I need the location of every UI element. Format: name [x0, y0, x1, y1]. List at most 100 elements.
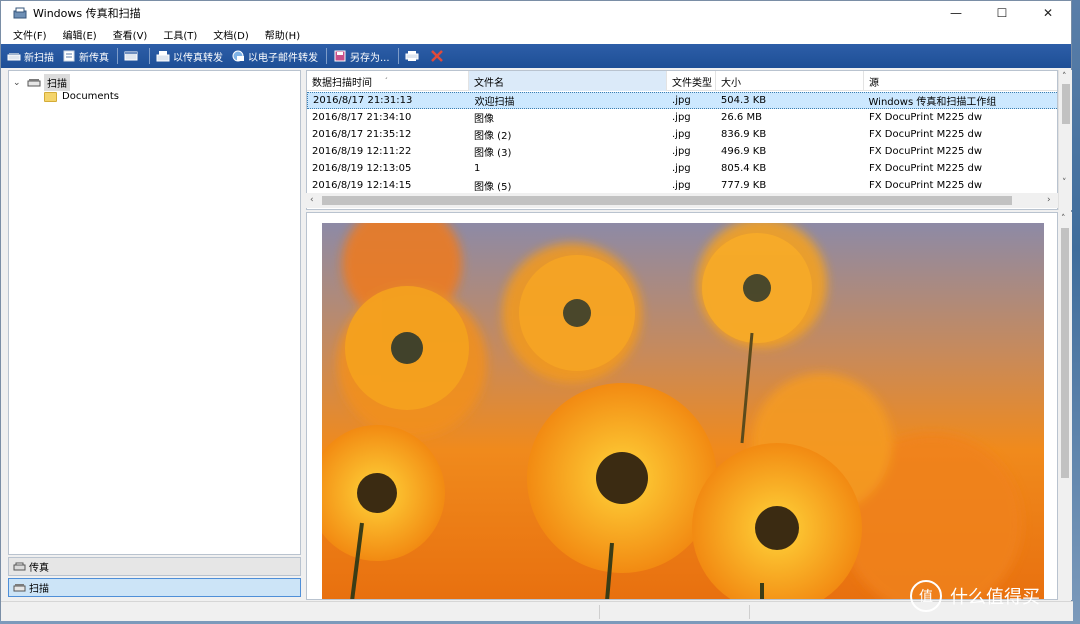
tree-child-label: Documents — [62, 91, 120, 102]
image-preview-pane — [306, 212, 1058, 600]
column-header-label: 文件名 — [474, 77, 504, 89]
cell-time: 2016/8/17 21:35:12 — [312, 129, 412, 140]
list-horizontal-scrollbar[interactable]: ‹ › — [306, 193, 1058, 208]
cell-type: .jpg — [672, 112, 691, 123]
cell-name: 图像 (2) — [474, 131, 512, 142]
watermark-text: 什么值得买 — [950, 587, 1040, 608]
scanner-icon — [13, 584, 26, 592]
cell-type: .jpg — [672, 129, 691, 140]
watermark-badge-icon: 值 — [910, 580, 942, 612]
nav-item-fax[interactable]: 传真 — [8, 557, 301, 576]
table-row[interactable]: 2016/8/19 12:13:05 1 .jpg 805.4 KB FX Do… — [307, 160, 1057, 177]
fax-app-icon — [13, 7, 27, 19]
minimize-button[interactable]: — — [933, 1, 979, 25]
table-row[interactable]: 2016/8/19 12:11:22 图像 (3) .jpg 496.9 KB … — [307, 143, 1057, 160]
column-header-filename[interactable]: 文件名 — [469, 71, 667, 91]
cell-size: 777.9 KB — [721, 180, 767, 191]
toolbar: 新扫描 新传真 以传真转发 以电子邮件转发 另存为... — [1, 44, 1071, 68]
tree-root-label: 扫描 — [44, 74, 70, 91]
save-as-label: 另存为... — [350, 52, 390, 64]
cell-source: FX DocuPrint M225 dw — [869, 112, 983, 123]
cell-type: .jpg — [672, 163, 691, 174]
menu-edit[interactable]: 编辑(E) — [55, 27, 105, 42]
new-fax-label: 新传真 — [79, 52, 109, 64]
new-scan-button[interactable]: 新扫描 — [7, 49, 54, 64]
cell-source: FX DocuPrint M225 dw — [869, 129, 983, 140]
new-scan-label: 新扫描 — [24, 52, 54, 64]
toolbar-separator — [326, 48, 327, 64]
cell-name: 图像 (5) — [474, 182, 512, 193]
column-header-label: 大小 — [721, 77, 741, 89]
cell-type: .jpg — [672, 180, 691, 191]
status-separator — [749, 605, 750, 619]
cell-size: 836.9 KB — [721, 129, 767, 140]
cell-source: FX DocuPrint M225 dw — [869, 180, 983, 191]
status-separator — [599, 605, 600, 619]
table-row[interactable]: 2016/8/17 21:31:13 欢迎扫描 .jpg 504.3 KB Wi… — [307, 92, 1057, 109]
forward-fax-button[interactable]: 以传真转发 — [156, 49, 223, 64]
tree-item-scan[interactable]: ⌄ 扫描 — [13, 74, 70, 91]
column-header-filetype[interactable]: 文件类型 — [667, 71, 716, 91]
table-row[interactable]: 2016/8/19 12:14:15 图像 (5) .jpg 777.9 KB … — [307, 177, 1057, 194]
nav-scan-label: 扫描 — [29, 584, 49, 595]
scroll-up-icon[interactable]: ˄ — [1061, 214, 1066, 224]
close-button[interactable]: ✕ — [1025, 1, 1071, 25]
toolbar-separator — [149, 48, 150, 64]
cell-size: 26.6 MB — [721, 112, 762, 123]
column-header-size[interactable]: 大小 — [716, 71, 864, 91]
scroll-left-icon[interactable]: ‹ — [310, 195, 314, 205]
cell-type: .jpg — [672, 95, 691, 106]
cell-name: 图像 — [474, 114, 494, 125]
new-fax-button[interactable]: 新传真 — [62, 49, 109, 64]
print-button[interactable] — [405, 50, 422, 62]
toolbar-separator — [397, 48, 399, 64]
menu-document[interactable]: 文档(D) — [205, 27, 257, 42]
fax-icon — [13, 562, 26, 571]
table-row[interactable]: 2016/8/17 21:34:10 图像 .jpg 26.6 MB FX Do… — [307, 109, 1057, 126]
column-header-label: 数据扫描时间 — [312, 77, 372, 89]
scroll-right-icon[interactable]: › — [1047, 195, 1051, 205]
forward-fax-label: 以传真转发 — [173, 52, 223, 64]
scroll-up-icon[interactable]: ˄ — [1062, 72, 1067, 82]
cell-time: 2016/8/17 21:34:10 — [312, 112, 412, 123]
delete-button[interactable] — [430, 50, 447, 62]
list-vertical-scrollbar[interactable]: ˄ ˅ — [1058, 70, 1072, 210]
forward-email-label: 以电子邮件转发 — [248, 52, 318, 64]
cell-name: 1 — [474, 163, 481, 174]
column-header-source[interactable]: 源 — [864, 71, 1057, 91]
menu-file[interactable]: 文件(F) — [5, 27, 55, 42]
preview-vertical-scrollbar[interactable]: ˄ — [1058, 212, 1072, 600]
nav-fax-label: 传真 — [29, 563, 49, 574]
view-button[interactable] — [124, 50, 141, 62]
cell-time: 2016/8/19 12:11:22 — [312, 146, 412, 157]
menu-help[interactable]: 帮助(H) — [257, 27, 308, 42]
table-row[interactable]: 2016/8/17 21:35:12 图像 (2) .jpg 836.9 KB … — [307, 126, 1057, 143]
folder-icon — [44, 91, 57, 102]
scrollbar-thumb[interactable] — [1061, 228, 1069, 478]
cell-time: 2016/8/19 12:13:05 — [312, 163, 412, 174]
scrollbar-thumb[interactable] — [322, 196, 1012, 205]
scroll-down-icon[interactable]: ˅ — [1062, 178, 1067, 188]
forward-email-button[interactable]: 以电子邮件转发 — [231, 49, 318, 64]
fax-forward-icon — [156, 51, 170, 62]
scrollbar-thumb[interactable] — [1062, 84, 1070, 124]
scanner-icon — [7, 53, 21, 61]
chevron-down-icon[interactable]: ⌄ — [13, 78, 23, 88]
cell-type: .jpg — [672, 146, 691, 157]
column-header-scan-time[interactable]: 数据扫描时间 ˊ — [307, 71, 469, 91]
scanned-flower-image — [322, 223, 1044, 599]
watermark-logo: 值 什么值得买 — [910, 580, 1040, 612]
menu-tools[interactable]: 工具(T) — [155, 27, 205, 42]
save-disk-icon — [334, 50, 346, 62]
maximize-button[interactable]: ☐ — [979, 1, 1025, 25]
nav-item-scan[interactable]: 扫描 — [8, 578, 301, 597]
tree-item-documents[interactable]: Documents — [44, 91, 119, 102]
save-as-button[interactable]: 另存为... — [333, 49, 390, 64]
new-fax-icon — [63, 50, 75, 62]
window-controls: — ☐ ✕ — [933, 1, 1071, 25]
menu-view[interactable]: 查看(V) — [105, 27, 156, 42]
toolbar-separator — [117, 48, 118, 64]
window-view-icon — [124, 51, 138, 61]
email-globe-icon — [232, 50, 244, 62]
title-bar: Windows 传真和扫描 — ☐ ✕ — [1, 1, 1071, 25]
